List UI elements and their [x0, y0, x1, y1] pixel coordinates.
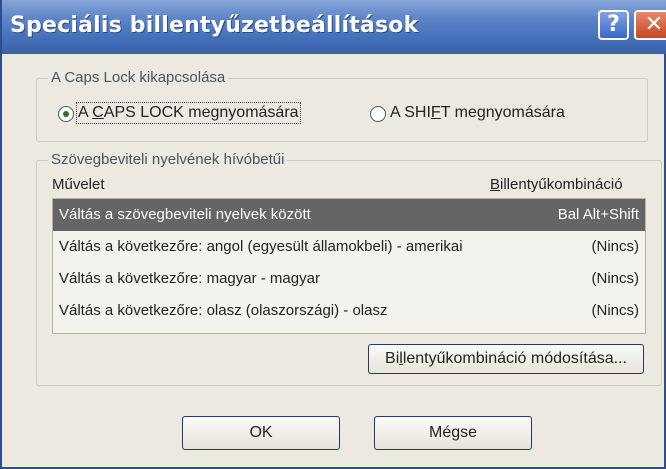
cancel-button[interactable]: Mégse	[374, 416, 532, 450]
close-icon: ✕	[644, 12, 664, 37]
ok-button[interactable]: OK	[182, 416, 340, 450]
column-header-action: Művelet	[52, 176, 105, 193]
hotkeys-group-label: Szövegbeviteli nyelvének hívóbetűi	[48, 151, 288, 168]
shift-radio[interactable]	[370, 106, 386, 122]
row-action: Váltás a következőre: magyar - magyar	[59, 270, 320, 287]
shift-radio-label[interactable]: A SHIFT megnyomására	[390, 104, 565, 122]
caps-lock-radio[interactable]	[58, 106, 74, 122]
hotkey-list[interactable]: Váltás a szövegbeviteli nyelvek között B…	[52, 198, 646, 334]
caps-lock-radio-label[interactable]: A CAPS LOCK megnyomására	[76, 102, 301, 124]
close-button[interactable]: ✕	[634, 10, 666, 40]
row-combo: (Nincs)	[591, 302, 640, 319]
row-combo: Bal Alt+Shift	[557, 206, 639, 223]
dialog-title: Speciális billentyűzetbeállítások	[10, 13, 419, 38]
help-button[interactable]: ?	[598, 10, 629, 40]
table-row[interactable]: Váltás a szövegbeviteli nyelvek között B…	[53, 199, 645, 231]
row-combo: (Nincs)	[591, 270, 640, 287]
row-combo: (Nincs)	[591, 238, 640, 255]
table-row[interactable]: Váltás a következőre: angol (egyesült ál…	[53, 231, 645, 263]
dialog-window: Speciális billentyűzetbeállítások ? ✕ A …	[0, 0, 666, 469]
row-action: Váltás a következőre: angol (egyesült ál…	[59, 238, 463, 255]
help-icon: ?	[607, 12, 620, 37]
title-bar[interactable]: Speciális billentyűzetbeállítások ? ✕	[2, 0, 666, 54]
table-row[interactable]: Váltás a következőre: magyar - magyar (N…	[53, 263, 645, 295]
caps-lock-group-label: A Caps Lock kikapcsolása	[48, 69, 229, 86]
row-action: Váltás a következőre: olasz (olaszország…	[59, 302, 388, 319]
change-key-sequence-button[interactable]: Billentyűkombináció módosítása...	[368, 344, 644, 374]
row-action: Váltás a szövegbeviteli nyelvek között	[59, 206, 311, 223]
column-header-combo: Billentyűkombináció	[490, 176, 623, 193]
table-row[interactable]: Váltás a következőre: olasz (olaszország…	[53, 295, 645, 327]
